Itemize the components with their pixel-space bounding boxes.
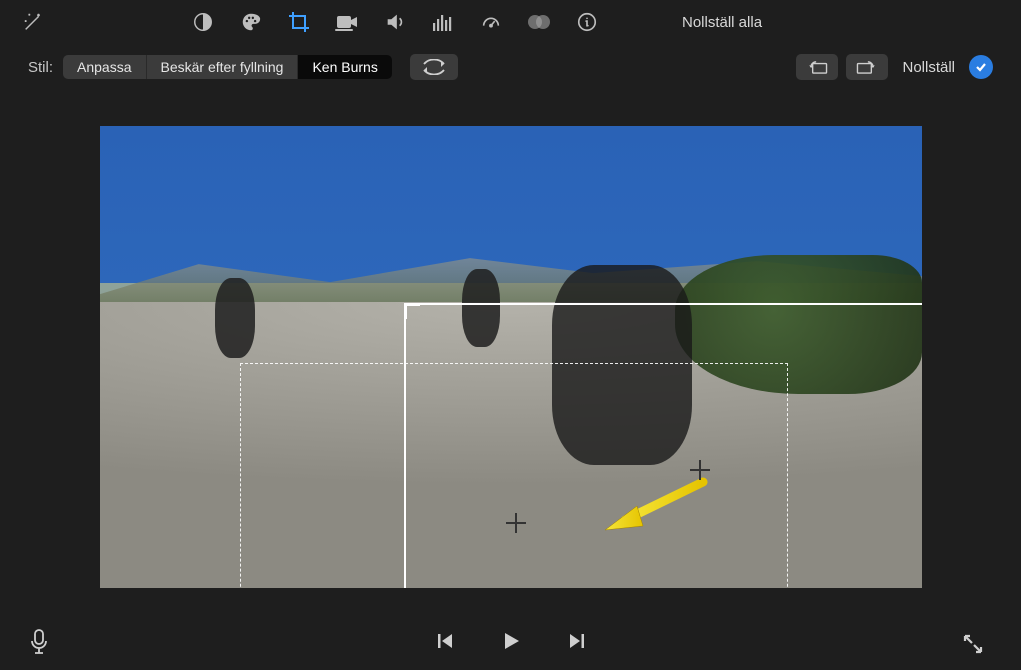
rotate-cw-button[interactable]	[846, 54, 888, 80]
skip-forward-button[interactable]	[560, 624, 594, 658]
voiceover-mic-button[interactable]	[28, 628, 50, 656]
camera-stabilize-icon[interactable]	[332, 7, 362, 37]
swap-start-end-button[interactable]	[410, 54, 458, 80]
crop-icon[interactable]	[284, 7, 314, 37]
segment-fit[interactable]: Anpassa	[63, 55, 146, 79]
crop-style-segmented-control: Anpassa Beskär efter fyllning Ken Burns	[63, 55, 392, 79]
fullscreen-button[interactable]	[961, 632, 985, 656]
contrast-icon[interactable]	[188, 7, 218, 37]
overlap-circles-icon[interactable]	[524, 7, 554, 37]
ken-burns-start-frame[interactable]: Start	[404, 303, 922, 588]
play-button[interactable]	[494, 624, 528, 658]
info-icon[interactable]	[572, 7, 602, 37]
tool-icons-group	[188, 7, 602, 37]
rotate-ccw-button[interactable]	[796, 54, 838, 80]
apply-crop-button[interactable]	[969, 55, 993, 79]
volume-icon[interactable]	[380, 7, 410, 37]
speed-gauge-icon[interactable]	[476, 7, 506, 37]
viewer: Slut Start	[100, 126, 922, 588]
skip-back-button[interactable]	[428, 624, 462, 658]
palette-icon[interactable]	[236, 7, 266, 37]
crop-right-controls: Nollställ	[796, 54, 993, 80]
segment-ken-burns[interactable]: Ken Burns	[298, 55, 391, 79]
playback-bar	[0, 612, 1021, 670]
crop-options-row: Stil: Anpassa Beskär efter fyllning Ken …	[0, 44, 1021, 90]
segment-fill[interactable]: Beskär efter fyllning	[147, 55, 299, 79]
adjustments-toolbar: Nollställ alla	[0, 0, 1021, 44]
equalizer-icon[interactable]	[428, 7, 458, 37]
reset-crop-button[interactable]: Nollställ	[902, 59, 955, 76]
reset-all-button[interactable]: Nollställ alla	[682, 14, 762, 31]
start-frame-handle-tl[interactable]	[404, 303, 420, 319]
magic-wand-icon[interactable]	[18, 7, 48, 37]
start-frame-center-crosshair	[690, 460, 710, 480]
style-label: Stil:	[28, 59, 53, 76]
